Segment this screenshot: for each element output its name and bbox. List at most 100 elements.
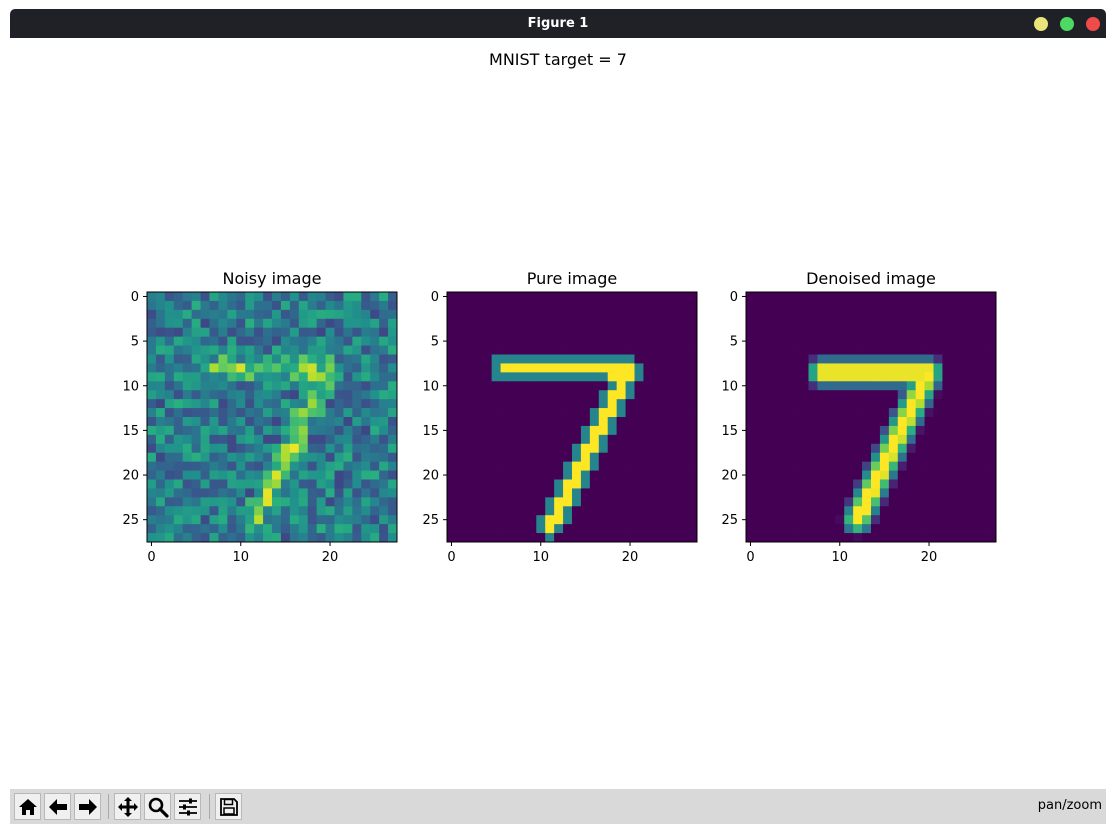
home-button[interactable] [14, 793, 41, 820]
heatmap-cell [826, 390, 836, 400]
axes-noisy-image[interactable]: 05101520250 10 20 [110, 288, 410, 568]
configure-subplots-button[interactable] [174, 793, 201, 820]
heatmap-cell [455, 354, 466, 364]
heatmap-cell [491, 434, 501, 445]
heatmap-cell [616, 345, 626, 355]
heatmap-cell [589, 292, 600, 302]
heatmap-cell [688, 381, 698, 391]
heatmap-cell [536, 345, 546, 355]
heatmap-cell [862, 452, 872, 463]
back-button[interactable] [44, 793, 71, 820]
heatmap-cell [853, 497, 863, 507]
heatmap-cell [536, 470, 546, 480]
heatmap-cell [969, 533, 979, 543]
heatmap-cell [334, 390, 344, 400]
zoom-button[interactable] [144, 793, 171, 820]
heatmap-cell [209, 363, 219, 373]
heatmap-cell [942, 506, 952, 516]
heatmap-cell [826, 309, 836, 320]
heatmap-cell [826, 533, 836, 543]
heatmap-cell [844, 372, 854, 382]
heatmap-cell [200, 524, 210, 534]
heatmap-cell [853, 434, 863, 445]
heatmap-cell [155, 470, 166, 480]
heatmap-cell [754, 497, 765, 507]
heatmap-cell [200, 479, 210, 489]
heatmap-cell [263, 336, 273, 346]
heatmap-cell [209, 425, 219, 436]
heatmap-cell [871, 292, 881, 302]
heatmap-cell [379, 372, 389, 382]
heatmap-cell [545, 399, 555, 409]
heatmap-cell [978, 425, 988, 436]
heatmap-cell [182, 390, 193, 400]
heatmap-cell [888, 381, 899, 391]
heatmap-cell [772, 354, 783, 364]
heatmap-cell [754, 533, 765, 543]
heatmap-cell [781, 390, 792, 400]
heatmap-cell [370, 461, 380, 471]
panel-title-pure: Pure image [526, 269, 618, 288]
heatmap-cell [799, 488, 809, 498]
heatmap-cell [361, 470, 371, 480]
heatmap-cell [616, 497, 626, 507]
heatmap-cell [509, 488, 519, 498]
heatmap-cell [746, 479, 756, 489]
heatmap-cell [670, 292, 680, 302]
heatmap-cell [661, 318, 671, 329]
pan-button[interactable] [114, 793, 141, 820]
axes-denoised-image[interactable]: 05101520250 10 20 [709, 288, 1009, 568]
minimize-button[interactable] [1034, 17, 1048, 31]
heatmap-cell [455, 515, 466, 525]
heatmap-cell [473, 381, 484, 391]
heatmap-cell [254, 300, 264, 311]
heatmap-cell [607, 300, 618, 311]
heatmap-cell [607, 363, 618, 373]
heatmap-cell [652, 408, 662, 418]
heatmap-cell [960, 479, 970, 489]
heatmap-cell [545, 354, 555, 364]
heatmap-cell [164, 479, 175, 489]
heatmap-cell [379, 470, 389, 480]
heatmap-cell [236, 399, 246, 409]
heatmap-cell [447, 461, 457, 471]
save-button[interactable] [215, 793, 242, 820]
heatmap-cell [334, 524, 344, 534]
heatmap-cell [325, 345, 335, 355]
heatmap-cell [754, 399, 765, 409]
figure-canvas[interactable]: MNIST target = 7 Noisy image Pure image … [10, 38, 1106, 789]
heatmap-cell [634, 408, 644, 418]
heatmap-cell [951, 399, 961, 409]
heatmap-cell [191, 336, 201, 346]
heatmap-cell [799, 390, 809, 400]
heatmap-cell [625, 461, 635, 471]
heatmap-cell [763, 292, 774, 302]
heatmap-cell [298, 417, 309, 427]
heatmap-cell [987, 318, 997, 329]
maximize-button[interactable] [1060, 17, 1074, 31]
heatmap-cell [879, 300, 890, 311]
heatmap-cell [164, 408, 175, 418]
heatmap-cell [500, 461, 510, 471]
heatmap-cell [509, 443, 519, 454]
heatmap-cell [661, 452, 671, 463]
heatmap-cell [455, 452, 466, 463]
heatmap-cell [379, 452, 389, 463]
heatmap-cell [625, 479, 635, 489]
heatmap-cell [263, 372, 273, 382]
heatmap-cell [616, 318, 626, 329]
heatmap-cell [652, 434, 662, 445]
heatmap-cell [245, 497, 255, 507]
close-button[interactable] [1086, 17, 1100, 31]
heatmap-cell [482, 300, 493, 311]
heatmap-cell [679, 345, 689, 355]
heatmap-cell [325, 336, 335, 346]
heatmap-cell [370, 497, 380, 507]
heatmap-cell [527, 515, 537, 525]
heatmap-cell [572, 434, 582, 445]
heatmap-cell [915, 425, 925, 436]
heatmap-cell [554, 488, 564, 498]
heatmap-cell [218, 533, 228, 543]
forward-button[interactable] [74, 793, 101, 820]
axes-pure-image[interactable]: 05101520250 10 20 [410, 288, 710, 568]
